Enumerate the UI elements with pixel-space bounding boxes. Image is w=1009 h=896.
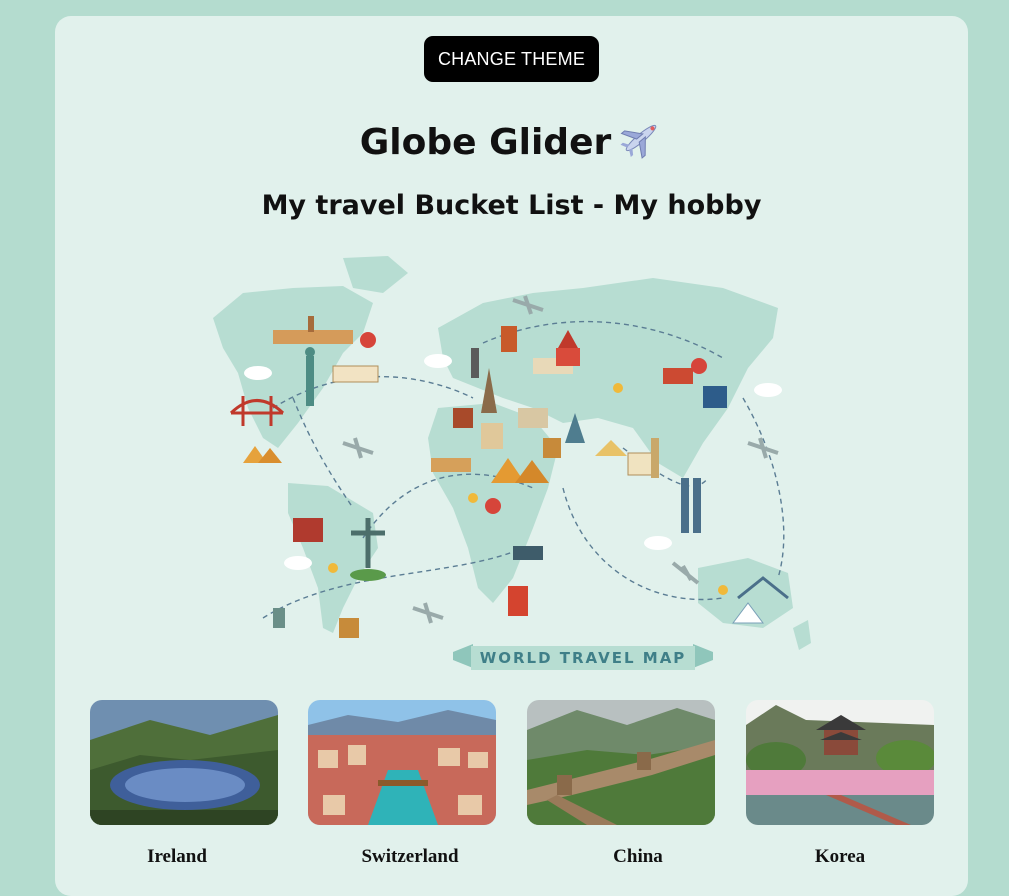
moai-landmark	[273, 608, 285, 628]
great-wall-landmark	[663, 368, 693, 384]
hot-air-balloon-icon	[360, 332, 376, 348]
pavilion-photo	[746, 700, 934, 825]
content-card: CHANGE THEME Globe Glider My travel Buck…	[55, 16, 968, 896]
statue-of-liberty-landmark	[306, 356, 314, 406]
white-house-landmark	[332, 365, 379, 383]
cathedral-landmark	[453, 408, 473, 428]
page-title: Globe Glider	[359, 122, 612, 163]
page-subtitle: My travel Bucket List - My hobby	[261, 190, 762, 221]
temple-of-heaven-landmark	[703, 386, 727, 408]
destination-caption: China	[613, 846, 663, 867]
lighthouse-landmark	[508, 586, 528, 616]
change-theme-button[interactable]: CHANGE THEME	[424, 36, 599, 82]
destination-caption: Ireland	[147, 846, 207, 867]
parthenon-landmark	[518, 408, 548, 428]
mosque-landmark	[431, 458, 471, 472]
petronas-landmark	[681, 478, 689, 533]
pagoda-landmark	[651, 438, 659, 478]
church-landmark	[293, 518, 323, 542]
safari-jeep-landmark	[513, 546, 543, 560]
map-banner-text: WORLD TRAVEL MAP	[480, 649, 687, 667]
chapel-landmark	[339, 618, 359, 638]
destination-caption: Switzerland	[361, 846, 459, 867]
parliament-landmark	[273, 330, 353, 344]
cloud-icon	[244, 366, 272, 380]
duomo-landmark	[481, 423, 503, 449]
lake-landscape-photo	[90, 700, 278, 825]
destination-caption: Korea	[814, 846, 866, 867]
world-travel-map: WORLD TRAVEL MAP	[203, 248, 815, 688]
big-ben-landmark	[471, 348, 479, 378]
tower-landmark	[501, 326, 517, 352]
page-title-row: Globe Glider	[55, 116, 968, 169]
airplane-icon	[619, 116, 663, 169]
petra-landmark	[543, 438, 561, 458]
lucerne-city-photo	[308, 700, 496, 825]
great-wall-photo	[527, 700, 715, 825]
